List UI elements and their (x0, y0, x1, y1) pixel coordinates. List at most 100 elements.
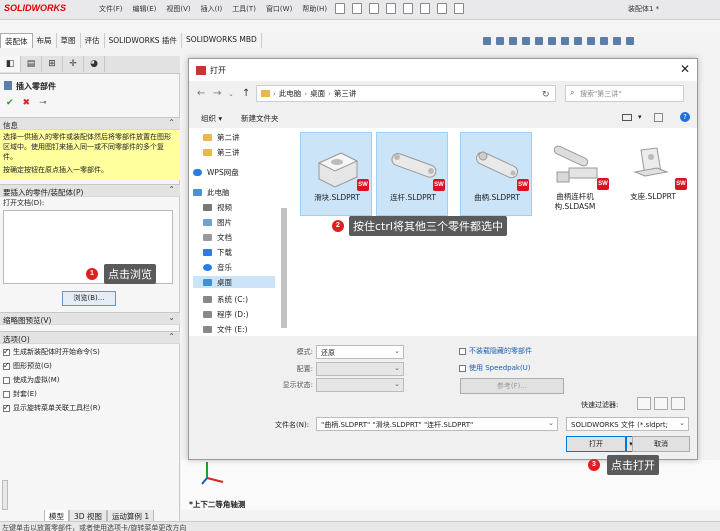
option-hidden-components[interactable]: 不装载隐藏的零部件 (459, 346, 532, 356)
new-icon[interactable] (335, 3, 345, 14)
previous-view-icon[interactable] (509, 37, 517, 45)
ok-check-icon[interactable]: ✔ (6, 98, 14, 108)
config-dropdown[interactable]: ⌄ (316, 362, 404, 376)
hide-show-icon[interactable] (574, 37, 582, 45)
option-start-command[interactable]: 生成新装配体时开始命令(S) (3, 347, 100, 357)
menu-tools[interactable]: 工具(T) (227, 4, 261, 14)
forward-arrow-icon[interactable]: → (213, 88, 221, 99)
display-state-dropdown[interactable]: ⌄ (316, 378, 404, 392)
property-manager-tab-icon[interactable]: ◧ (0, 56, 21, 72)
tab-assembly[interactable]: 装配体 (0, 33, 33, 48)
scene-icon[interactable] (600, 37, 608, 45)
organize-button[interactable]: 组织 ▾ (201, 113, 222, 124)
collapse-caret-icon[interactable]: ⌃ (168, 332, 175, 341)
help-icon[interactable]: ? (680, 112, 690, 122)
filetype-dropdown[interactable]: SOLIDWORKS 文件 (*.sldprt; ⌄ (566, 417, 689, 431)
zoom-area-icon[interactable] (496, 37, 504, 45)
undo-icon[interactable] (403, 3, 413, 14)
option-make-virtual[interactable]: 使成为虚拟(M) (3, 375, 60, 385)
checkbox-icon[interactable] (459, 347, 466, 355)
nav-item-drive-c[interactable]: 系统 (C:) (203, 294, 248, 305)
nav-item-lecture3[interactable]: 第三讲 (203, 147, 240, 158)
nav-item-this-pc[interactable]: 此电脑 (193, 187, 230, 198)
reference-button[interactable]: 参考(F)... (460, 378, 564, 394)
browse-button[interactable]: 浏览(B)... (62, 291, 116, 306)
checkbox-icon[interactable] (3, 390, 10, 398)
back-arrow-icon[interactable]: ← (197, 88, 205, 99)
cancel-button[interactable]: 取消 (632, 436, 690, 452)
breadcrumb-this-pc[interactable]: 此电脑 (279, 88, 302, 99)
nav-item-videos[interactable]: 视频 (203, 202, 232, 213)
thumbnail-preview-section-header[interactable]: 缩略图预览(V) ⌄ (0, 312, 180, 325)
open-button[interactable]: 打开 (566, 436, 626, 452)
checkbox-icon[interactable] (3, 361, 10, 370)
collapse-caret-icon[interactable]: ⌃ (168, 185, 175, 194)
checkbox-icon[interactable] (3, 347, 10, 356)
origin-tab-icon[interactable]: ✛ (63, 56, 84, 72)
menu-insert[interactable]: 插入(I) (196, 4, 228, 14)
view-settings-icon[interactable] (613, 37, 621, 45)
configuration-tab-icon[interactable]: ⊞ (42, 56, 63, 72)
part-assembly-section-header[interactable]: 要插入的零件/装配体(P) ⌃ (0, 184, 180, 197)
tab-addins[interactable]: SOLIDWORKS 插件 (105, 33, 182, 48)
checkbox-icon[interactable] (459, 364, 466, 372)
tab-scroll-control[interactable] (2, 480, 8, 510)
menu-help[interactable]: 帮助(H) (297, 4, 332, 14)
options-section-header[interactable]: 选项(O) ⌃ (0, 331, 180, 344)
tab-mbd[interactable]: SOLIDWORKS MBD (182, 33, 262, 48)
menu-file[interactable]: 文件(F) (94, 4, 128, 14)
select-icon[interactable] (420, 3, 430, 14)
filename-input[interactable]: "曲柄.SLDPRT" "滑块.SLDPRT" "连杆.SLDPRT" ⌄ (316, 417, 558, 431)
file-item-crank[interactable]: SW 曲柄.SLDPRT (460, 132, 532, 216)
file-item-assembly[interactable]: SW 曲柄连杆机构.SLDASM (539, 132, 611, 216)
menu-window[interactable]: 窗口(W) (261, 4, 297, 14)
view-chevron-icon[interactable]: ▾ (638, 113, 642, 121)
option-envelope[interactable]: 封套(E) (3, 389, 37, 399)
close-icon[interactable]: ✕ (680, 62, 690, 76)
rebuild-icon[interactable] (437, 3, 447, 14)
checkbox-icon[interactable] (3, 376, 10, 384)
new-folder-button[interactable]: 新建文件夹 (241, 113, 279, 124)
edit-appearance-icon[interactable] (587, 37, 595, 45)
file-item-slider[interactable]: SW 滑块.SLDPRT (300, 132, 372, 216)
tab-layout[interactable]: 布局 (33, 33, 57, 48)
preview-pane-icon[interactable] (654, 113, 663, 122)
expand-caret-icon[interactable]: ⌄ (168, 313, 175, 322)
breadcrumb-desktop[interactable]: 桌面 (310, 88, 325, 99)
options-icon[interactable] (454, 3, 464, 14)
nav-item-wps-cloud[interactable]: WPS网盘 (193, 167, 239, 178)
cancel-x-icon[interactable]: ✖ (23, 98, 31, 108)
view-orientation-icon[interactable] (548, 37, 556, 45)
option-graphics-preview[interactable]: 图形预览(G) (3, 361, 52, 371)
dynamic-annotation-icon[interactable] (535, 37, 543, 45)
nav-item-drive-e[interactable]: 文件 (E:) (203, 324, 248, 335)
print-icon[interactable] (386, 3, 396, 14)
tab-sketch[interactable]: 草图 (57, 33, 81, 48)
filter-assemblies-icon[interactable] (654, 397, 668, 410)
display-style-icon[interactable] (561, 37, 569, 45)
menu-view[interactable]: 视图(V) (161, 4, 195, 14)
pushpin-icon[interactable]: ⊸ (39, 98, 47, 108)
menu-edit[interactable]: 编辑(E) (128, 4, 162, 14)
search-input[interactable]: 搜索"第三讲" (565, 85, 684, 102)
option-rotate-toolbar[interactable]: 显示旋转菜单关联工具栏(R) (3, 403, 100, 413)
up-arrow-icon[interactable]: ↑ (242, 88, 250, 99)
checkbox-icon[interactable] (3, 403, 10, 412)
collapse-caret-icon[interactable]: ⌃ (168, 118, 175, 127)
nav-item-pictures[interactable]: 图片 (203, 217, 232, 228)
nav-item-music[interactable]: 音乐 (203, 262, 232, 273)
mode-dropdown[interactable]: 还原 ⌄ (316, 345, 404, 359)
option-speedpak[interactable]: 使用 Speedpak(U) (459, 363, 531, 373)
file-item-link[interactable]: SW 连杆.SLDPRT (376, 132, 448, 216)
file-item-support[interactable]: SW 支座.SLDPRT (617, 132, 689, 216)
nav-item-desktop[interactable]: 桌面 (193, 276, 275, 288)
nav-item-downloads[interactable]: 下载 (203, 247, 232, 258)
tab-evaluate[interactable]: 评估 (81, 33, 105, 48)
appearance-tab-icon[interactable]: ◕ (84, 56, 105, 72)
breadcrumb-lecture3[interactable]: 第三讲 (334, 88, 357, 99)
save-icon[interactable] (369, 3, 379, 14)
refresh-icon[interactable]: ↻ (542, 90, 550, 100)
filter-parts-icon[interactable] (637, 397, 651, 410)
nav-item-documents[interactable]: 文档 (203, 232, 232, 243)
feature-tree-tab-icon[interactable]: ▤ (21, 56, 42, 72)
